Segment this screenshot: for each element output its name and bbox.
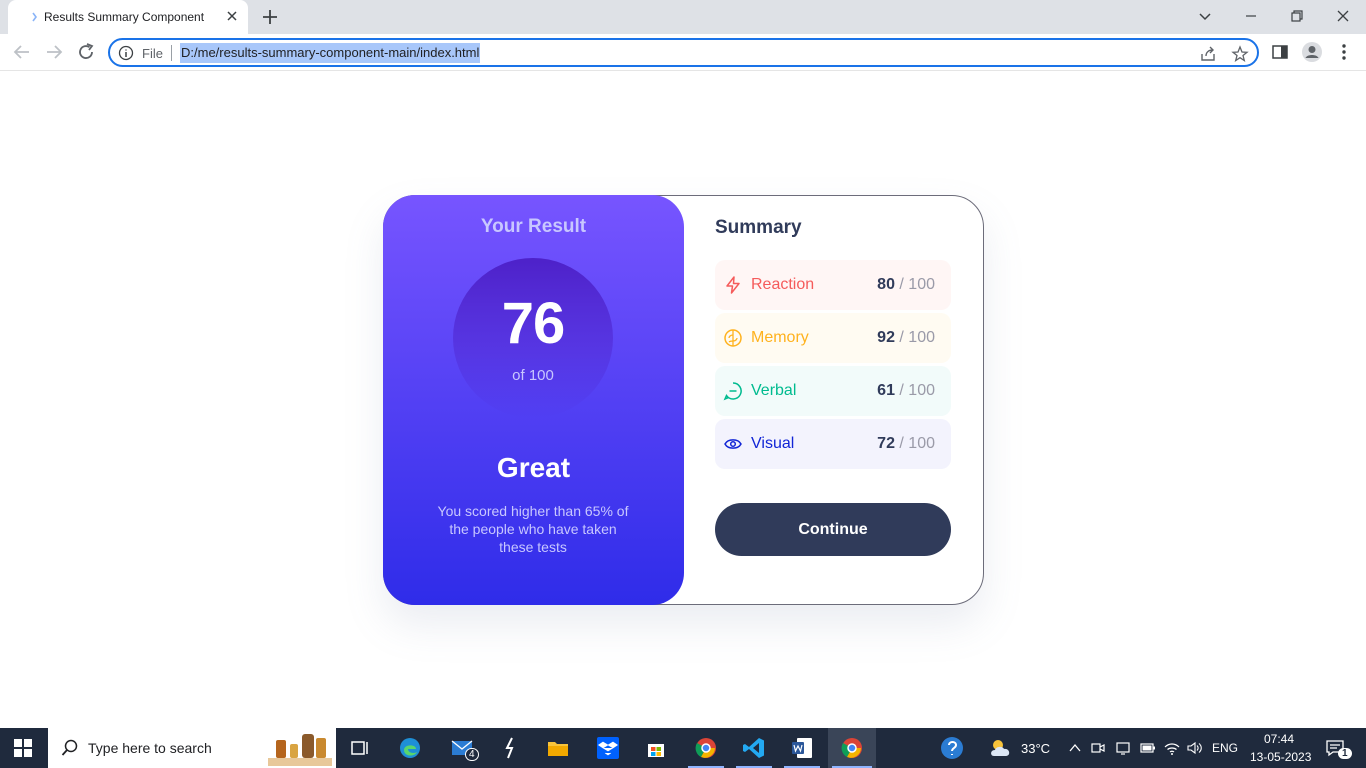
search-icon <box>61 739 78 756</box>
windows-logo-icon <box>14 739 32 757</box>
page-favicon-icon <box>32 12 37 22</box>
word-button[interactable] <box>780 728 824 768</box>
task-view-icon <box>351 741 368 755</box>
summary-item-label: Memory <box>751 329 809 346</box>
store-button[interactable] <box>634 728 678 768</box>
lightning-icon <box>726 276 740 294</box>
browser-tab-strip: Results Summary Component <box>0 0 1366 34</box>
dropbox-icon <box>597 737 619 759</box>
continue-button[interactable]: Continue <box>715 503 951 556</box>
forward-icon[interactable] <box>42 40 66 64</box>
language-indicator[interactable]: ENG <box>1212 741 1238 755</box>
notification-count: 1 <box>1338 748 1352 759</box>
summary-item-label: Visual <box>751 435 795 452</box>
close-tab-icon[interactable] <box>224 8 240 24</box>
vscode-icon <box>743 738 764 758</box>
score-total: of 100 <box>512 367 554 384</box>
summary-item-score: 61 / 100 <box>877 382 935 399</box>
clock-time[interactable]: 07:44 <box>1264 732 1294 746</box>
temperature-text[interactable]: 33°C <box>1021 741 1050 756</box>
back-icon[interactable] <box>10 40 34 64</box>
task-view-button[interactable] <box>338 728 382 768</box>
chat-icon <box>723 382 742 401</box>
weather-cloud-icon[interactable] <box>988 737 1016 759</box>
brain-icon <box>724 329 742 347</box>
browser-tab[interactable]: Results Summary Component <box>8 0 248 34</box>
rating-title: Great <box>496 452 571 483</box>
menu-kebab-icon[interactable] <box>1334 42 1354 62</box>
taskbar-search-box[interactable]: Type here to search <box>48 728 336 768</box>
summary-panel: Summary Reaction 80 / 100 Memory 92 / 10… <box>715 196 953 604</box>
vscode-button[interactable] <box>732 728 776 768</box>
result-heading: Your Result <box>480 216 587 237</box>
bookmark-star-icon[interactable] <box>1231 45 1249 63</box>
summary-item-reaction: Reaction 80 / 100 <box>715 260 951 310</box>
volume-icon[interactable] <box>1186 740 1204 756</box>
store-icon <box>648 744 664 757</box>
windows-taskbar: Type here to search 4 33°C ENG 07:44 13-… <box>0 728 1366 768</box>
start-button[interactable] <box>2 728 46 768</box>
profile-avatar-icon[interactable] <box>1301 41 1323 63</box>
chrome-button-active[interactable] <box>828 728 876 768</box>
summary-title: Summary <box>715 217 802 238</box>
app-button[interactable] <box>488 728 532 768</box>
summary-item-verbal: Verbal 61 / 100 <box>715 366 951 416</box>
wifi-icon[interactable] <box>1163 740 1181 756</box>
url-text[interactable]: D:/me/results-summary-component-main/ind… <box>180 43 481 63</box>
divider <box>171 45 172 61</box>
file-explorer-button[interactable] <box>536 728 580 768</box>
display-icon[interactable] <box>1115 740 1131 756</box>
edge-browser-button[interactable] <box>388 728 432 768</box>
clock-date[interactable]: 13-05-2023 <box>1250 750 1311 764</box>
summary-item-score: 80 / 100 <box>877 276 935 293</box>
word-icon <box>792 738 812 758</box>
battery-icon[interactable] <box>1139 740 1157 756</box>
show-hidden-icons-icon[interactable] <box>1068 741 1082 755</box>
results-summary-card: Your Result 76 of 100 Great You scored h… <box>383 195 984 605</box>
chrome-profile-icon <box>695 738 716 758</box>
score-value: 76 <box>501 291 566 356</box>
summary-item-memory: Memory 92 / 100 <box>715 313 951 363</box>
bolt-app-icon <box>505 737 514 759</box>
rating-description: You scored higher than 65% of the people… <box>437 503 629 555</box>
restore-icon[interactable] <box>1287 6 1307 26</box>
reload-icon[interactable] <box>74 40 98 64</box>
folder-icon <box>548 742 568 756</box>
summary-item-label: Reaction <box>751 276 815 293</box>
search-placeholder: Type here to search <box>88 740 212 756</box>
mail-badge: 4 <box>465 748 479 761</box>
summary-item-label: Verbal <box>751 382 797 399</box>
tab-search-icon[interactable] <box>1195 6 1215 26</box>
result-panel: Your Result 76 of 100 Great You scored h… <box>383 195 684 605</box>
share-icon[interactable] <box>1199 45 1217 63</box>
address-bar[interactable]: File D:/me/results-summary-component-mai… <box>108 38 1259 67</box>
mail-button[interactable]: 4 <box>440 728 484 768</box>
side-panel-icon[interactable] <box>1270 42 1290 62</box>
meet-now-icon[interactable] <box>1090 740 1106 756</box>
close-window-icon[interactable] <box>1333 6 1353 26</box>
eye-icon <box>724 439 742 449</box>
dropbox-button[interactable] <box>586 728 630 768</box>
new-tab-icon[interactable] <box>259 6 281 28</box>
browser-toolbar: File D:/me/results-summary-component-mai… <box>0 34 1366 71</box>
summary-item-score: 72 / 100 <box>877 435 935 452</box>
site-info-icon[interactable] <box>118 45 134 61</box>
summary-item-visual: Visual 72 / 100 <box>715 419 951 469</box>
scheme-label: File <box>142 46 163 61</box>
edge-browser-icon <box>400 738 420 758</box>
minimize-icon[interactable] <box>1241 6 1261 26</box>
summary-item-score: 92 / 100 <box>877 329 935 346</box>
help-icon[interactable] <box>939 735 965 761</box>
chrome-profile-button[interactable] <box>684 728 728 768</box>
score-circle: 76 of 100 <box>453 258 613 418</box>
search-highlight-lanterns-icon <box>268 734 332 766</box>
tab-title: Results Summary Component <box>44 10 205 24</box>
chrome-icon <box>841 738 862 758</box>
